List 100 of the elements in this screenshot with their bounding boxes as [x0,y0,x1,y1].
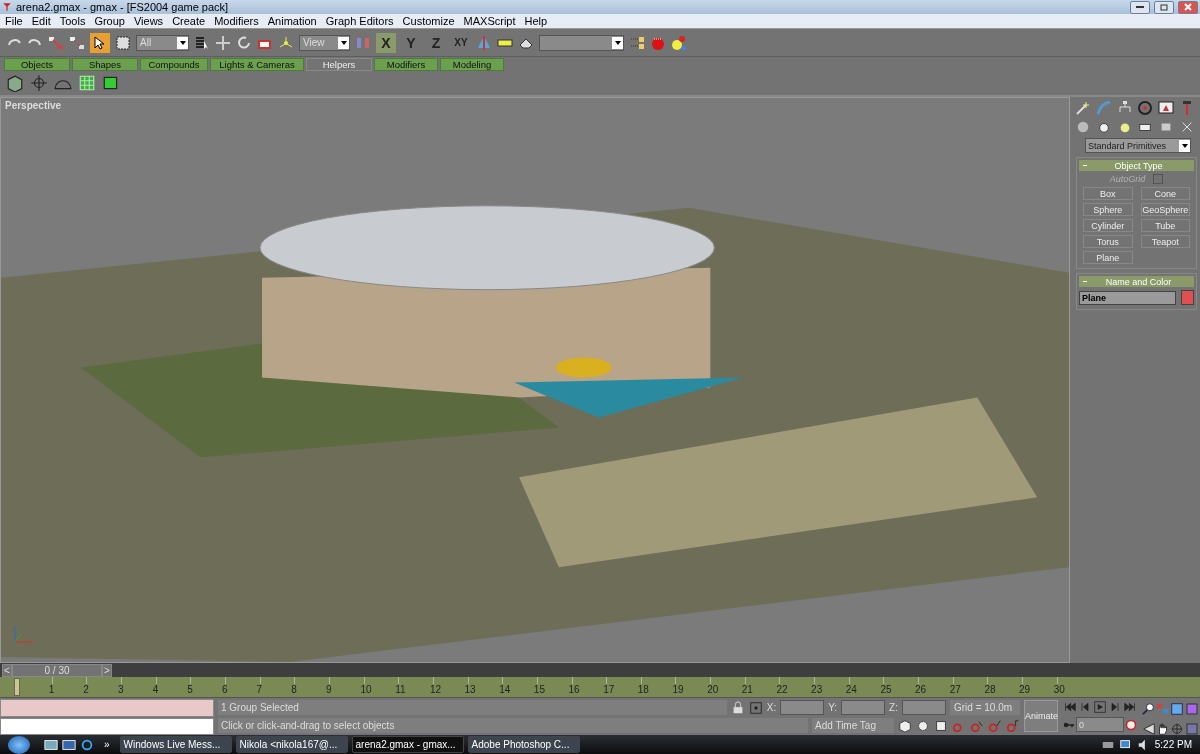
category-dropdown[interactable]: Standard Primitives [1085,138,1191,153]
next-frame-button[interactable]: > [102,663,112,677]
show-desktop-icon[interactable] [44,737,58,752]
point-icon[interactable] [30,74,48,92]
more-quick-launch-button[interactable]: » [104,739,110,750]
primitive-button[interactable]: Cylinder [1083,219,1133,232]
perspective-viewport[interactable]: Perspective [0,97,1070,663]
frame-number: 4 [152,684,159,695]
current-frame-field[interactable]: 0 [1076,717,1124,732]
menu-item[interactable]: Views [133,15,164,27]
menu-item[interactable]: Create [172,15,206,27]
primitive-button[interactable]: Box [1083,187,1133,200]
y-coordinate-field[interactable] [841,700,886,715]
dropdown-arrow-icon [178,39,187,46]
browser-icon[interactable] [80,737,94,752]
named-selection-sets-icon[interactable] [629,34,645,51]
cube-icon[interactable] [898,718,912,733]
close-button[interactable] [1178,0,1198,14]
tab[interactable]: Objects [4,58,70,71]
maxscript-output-field[interactable] [0,717,214,735]
object-color-swatch[interactable] [1181,290,1194,305]
go-to-start-icon[interactable] [1062,701,1077,713]
primitive-button[interactable]: Torus [1083,235,1133,248]
primitive-button[interactable]: Plane [1083,251,1133,264]
axis-constraint-button[interactable]: Y [401,32,421,53]
move-icon[interactable] [215,34,231,51]
rotate-icon[interactable] [236,34,252,51]
menu-item[interactable]: Edit [31,15,51,27]
tab[interactable]: Compounds [140,58,208,71]
primitive-button[interactable]: Tube [1140,219,1190,232]
taskbar-button[interactable]: arena2.gmax - gmax... [351,736,464,753]
zoom-icon[interactable] [1142,702,1156,716]
switch-windows-icon[interactable] [62,737,76,752]
frame-number: 11 [395,684,406,695]
menu-item[interactable]: Group [94,15,125,27]
primitive-button[interactable]: Teapot [1140,235,1190,248]
start-button[interactable] [8,735,30,754]
menu-item[interactable]: File [5,15,23,27]
object-name-field[interactable]: Plane [1079,290,1176,305]
go-to-end-icon[interactable] [1123,701,1138,713]
rollout-header[interactable]: Name and Color [1079,276,1194,287]
menu-item[interactable]: MAXScript [463,15,516,27]
reference-coordinate-dropdown[interactable]: View [299,34,350,51]
tab[interactable]: Lights & Cameras [210,58,304,71]
named-selection-dropdown[interactable] [539,34,624,51]
dummy-box-icon[interactable] [6,74,24,92]
menu-item[interactable]: Animation [267,15,317,27]
frame-number: 29 [1019,684,1031,695]
grid-icon[interactable] [78,74,96,92]
taskbar-button[interactable]: Windows Live Mess... [119,736,232,753]
z-coordinate-field[interactable] [902,700,946,715]
absolute-mode-icon[interactable] [748,700,763,715]
minimize-button[interactable] [1130,0,1150,14]
box-icon[interactable] [934,718,948,733]
maximize-viewport-icon[interactable] [1184,721,1200,737]
taskbar-button[interactable]: Adobe Photoshop C... [467,736,580,753]
play-icon[interactable] [1092,701,1107,713]
material-spheres-icon[interactable] [671,34,687,51]
motion-icon[interactable] [1137,100,1154,116]
primitive-button[interactable]: Sphere [1083,203,1133,216]
mirror-axis-icon[interactable] [476,34,492,51]
time-slider-thumb[interactable]: 0 / 30 [12,663,102,677]
rollout-header[interactable]: Object Type [1079,160,1194,171]
frame-number: 27 [949,684,961,695]
primitive-button[interactable]: GeoSphere [1140,203,1190,216]
grid-size-display: Grid = 10.0m [950,700,1020,715]
animate-button[interactable]: Animate [1024,700,1058,732]
maxscript-listener-field[interactable] [0,699,214,717]
taskbar-button[interactable]: Nikola <nikola167@... [235,736,348,753]
pan-hand-icon[interactable] [1156,722,1170,736]
axis-constraint-button[interactable]: X [376,32,396,53]
axis-constraint-button[interactable]: XY [451,32,471,53]
track-bar[interactable]: 1 2 3 4 5 6 7 8 9 10 11 12 13 14 15 16 17 18 19 20 21 22 23 24 25 26 27 28 29 30 [0,677,1200,698]
axis-constraint-button[interactable]: Z [426,32,446,53]
time-config-icon[interactable] [1124,718,1138,731]
tab[interactable]: Helpers [306,58,372,71]
tab[interactable]: Shapes [72,58,138,71]
selection-region-icon[interactable] [115,34,131,51]
add-time-tag-button[interactable]: Add Time Tag [812,718,894,733]
primitive-button[interactable]: Cone [1140,187,1190,200]
menu-item[interactable]: Tools [59,15,86,27]
zoom-extents-all-icon[interactable] [1184,701,1200,717]
menu-item[interactable]: Customize [402,15,455,27]
geometry-sphere-icon[interactable] [1076,120,1091,134]
x-coordinate-field[interactable] [780,700,825,715]
clock: 5:22 PM [1154,739,1192,750]
tab[interactable]: Modeling [440,58,504,71]
display-icon[interactable] [1157,100,1174,116]
percent-snap-icon[interactable] [988,718,1002,733]
menu-item[interactable]: Graph Editors [325,15,394,27]
unlink-icon[interactable] [69,34,85,51]
select-tool[interactable] [90,32,110,53]
spinner-snap-icon[interactable] [1006,718,1020,733]
tab[interactable]: Modifiers [374,58,438,71]
zoom-extents-icon[interactable] [1170,702,1184,716]
menu-item[interactable]: Modifiers [214,15,259,27]
select-by-name-icon[interactable] [194,34,210,51]
wand-icon[interactable] [1075,100,1092,116]
link-icon[interactable] [48,34,64,51]
menu-item[interactable]: Help [524,15,548,27]
